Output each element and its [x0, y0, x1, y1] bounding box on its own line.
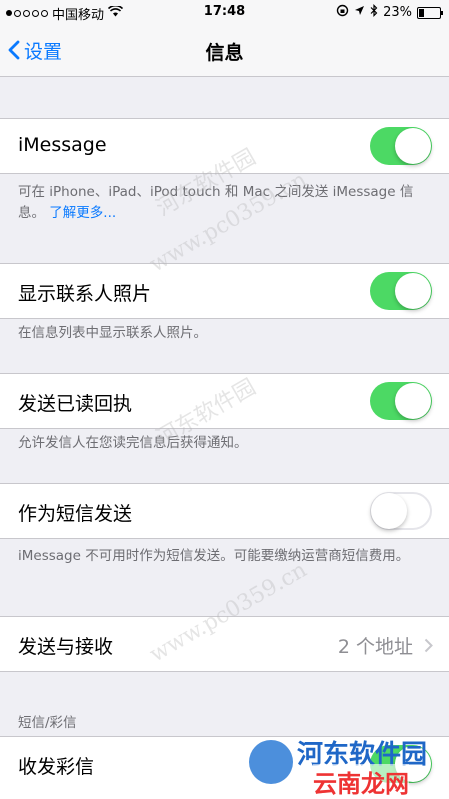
logo-emblem-icon — [249, 740, 293, 784]
status-right: 23% — [336, 4, 443, 21]
imessage-footer: 可在 iPhone、iPad、iPod touch 和 Mac 之间发送 iMe… — [18, 182, 433, 224]
read-receipts-label: 发送已读回执 — [18, 393, 133, 415]
bluetooth-icon — [370, 4, 378, 21]
contact-photos-cell: 显示联系人照片 — [0, 263, 449, 319]
mms-label: 收发彩信 — [18, 756, 95, 778]
send-receive-cell[interactable]: 发送与接收 2 个地址 — [0, 616, 449, 672]
navigation-bar: 设置 信息 — [0, 24, 449, 77]
chevron-right-icon — [424, 634, 433, 658]
read-receipts-cell: 发送已读回执 — [0, 373, 449, 429]
send-receive-value: 2 个地址 — [337, 636, 413, 658]
rotation-lock-icon — [336, 4, 349, 21]
logo-sub: 云南龙网 — [313, 764, 409, 799]
status-bar: 中国移动 17:48 23% — [0, 0, 449, 24]
page-title: 信息 — [205, 42, 244, 64]
learn-more-link[interactable]: 了解更多... — [49, 205, 116, 221]
send-as-sms-label: 作为短信发送 — [18, 503, 133, 525]
read-receipts-footer: 允许发信人在您读完信息后获得通知。 — [18, 435, 248, 451]
site-logo-watermark: 河东软件园 云南龙网 — [245, 734, 445, 799]
contact-photos-footer: 在信息列表中显示联系人照片。 — [18, 325, 207, 341]
location-icon — [354, 5, 365, 20]
imessage-label: iMessage — [18, 134, 107, 156]
contact-photos-toggle[interactable] — [370, 272, 432, 310]
send-receive-label: 发送与接收 — [18, 636, 114, 658]
send-as-sms-toggle[interactable] — [370, 492, 432, 530]
contact-photos-label: 显示联系人照片 — [18, 283, 152, 305]
send-as-sms-footer: iMessage 不可用时作为短信发送。可能要缴纳运营商短信费用。 — [18, 548, 410, 564]
sms-mms-header: 短信/彩信 — [18, 715, 77, 731]
battery-percent: 23% — [383, 5, 412, 20]
send-as-sms-cell: 作为短信发送 — [0, 483, 449, 539]
battery-icon — [417, 6, 443, 19]
read-receipts-toggle[interactable] — [370, 382, 432, 420]
imessage-toggle[interactable] — [370, 127, 432, 165]
imessage-cell: iMessage — [0, 118, 449, 174]
